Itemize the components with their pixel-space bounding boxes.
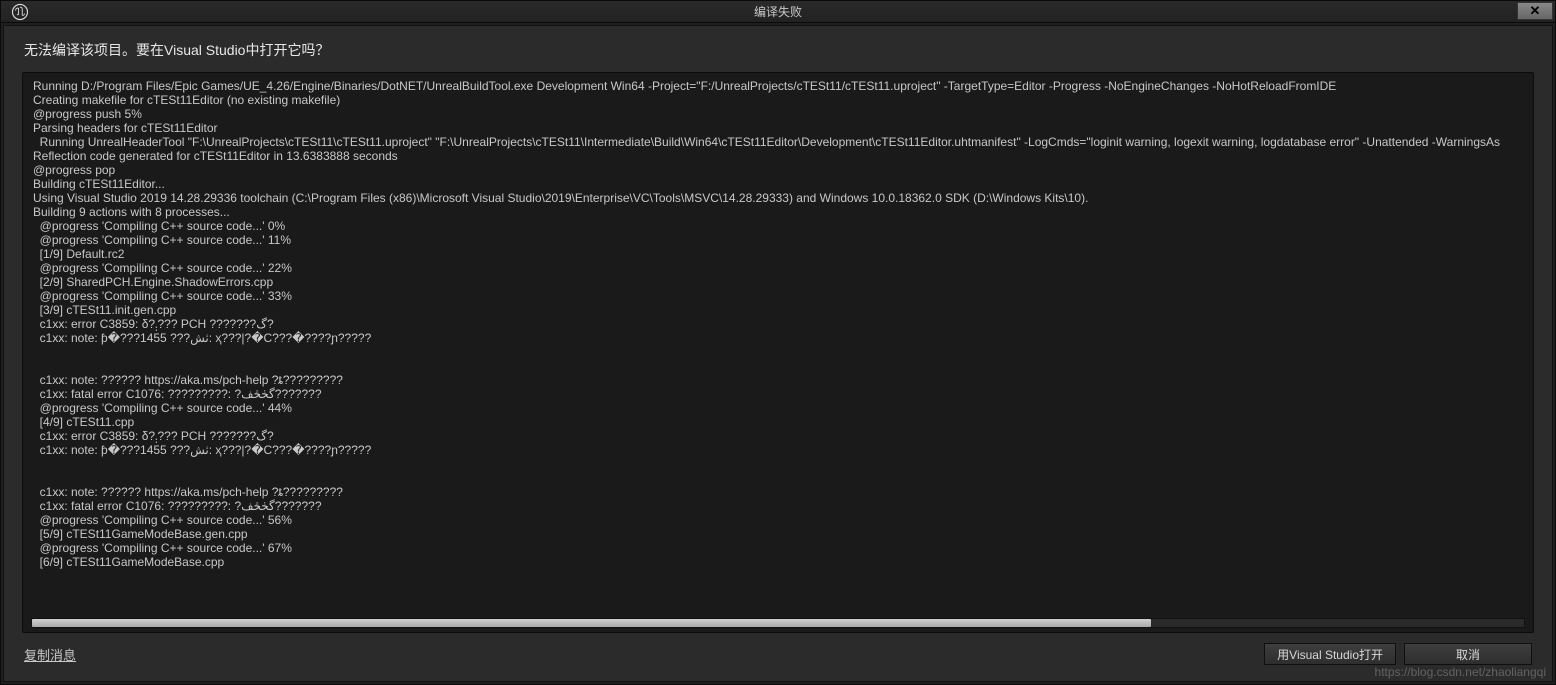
dialog-window: 编译失败 ✕ 无法编译该项目。要在Visual Studio中打开它吗？ Run… <box>0 0 1556 685</box>
log-output[interactable]: Running D:/Program Files/Epic Games/UE_4… <box>22 72 1534 633</box>
log-text: Running D:/Program Files/Epic Games/UE_4… <box>33 79 1523 569</box>
cancel-button[interactable]: 取消 <box>1404 643 1532 665</box>
horizontal-scrollbar[interactable] <box>31 618 1525 628</box>
close-button[interactable]: ✕ <box>1517 2 1553 20</box>
scrollbar-thumb[interactable] <box>32 619 1151 627</box>
prompt-text: 无法编译该项目。要在Visual Studio中打开它吗？ <box>24 40 1534 60</box>
dialog-body: 无法编译该项目。要在Visual Studio中打开它吗？ Running D:… <box>3 25 1553 682</box>
button-row: 复制消息 用Visual Studio打开 取消 <box>22 633 1534 675</box>
copy-message-link[interactable]: 复制消息 <box>24 645 76 664</box>
button-group: 用Visual Studio打开 取消 <box>1264 643 1532 665</box>
unreal-logo-icon <box>7 2 33 22</box>
open-vs-button[interactable]: 用Visual Studio打开 <box>1264 643 1396 665</box>
titlebar[interactable]: 编译失败 ✕ <box>1 1 1555 23</box>
window-title: 编译失败 <box>754 3 802 20</box>
close-icon: ✕ <box>1530 3 1541 19</box>
